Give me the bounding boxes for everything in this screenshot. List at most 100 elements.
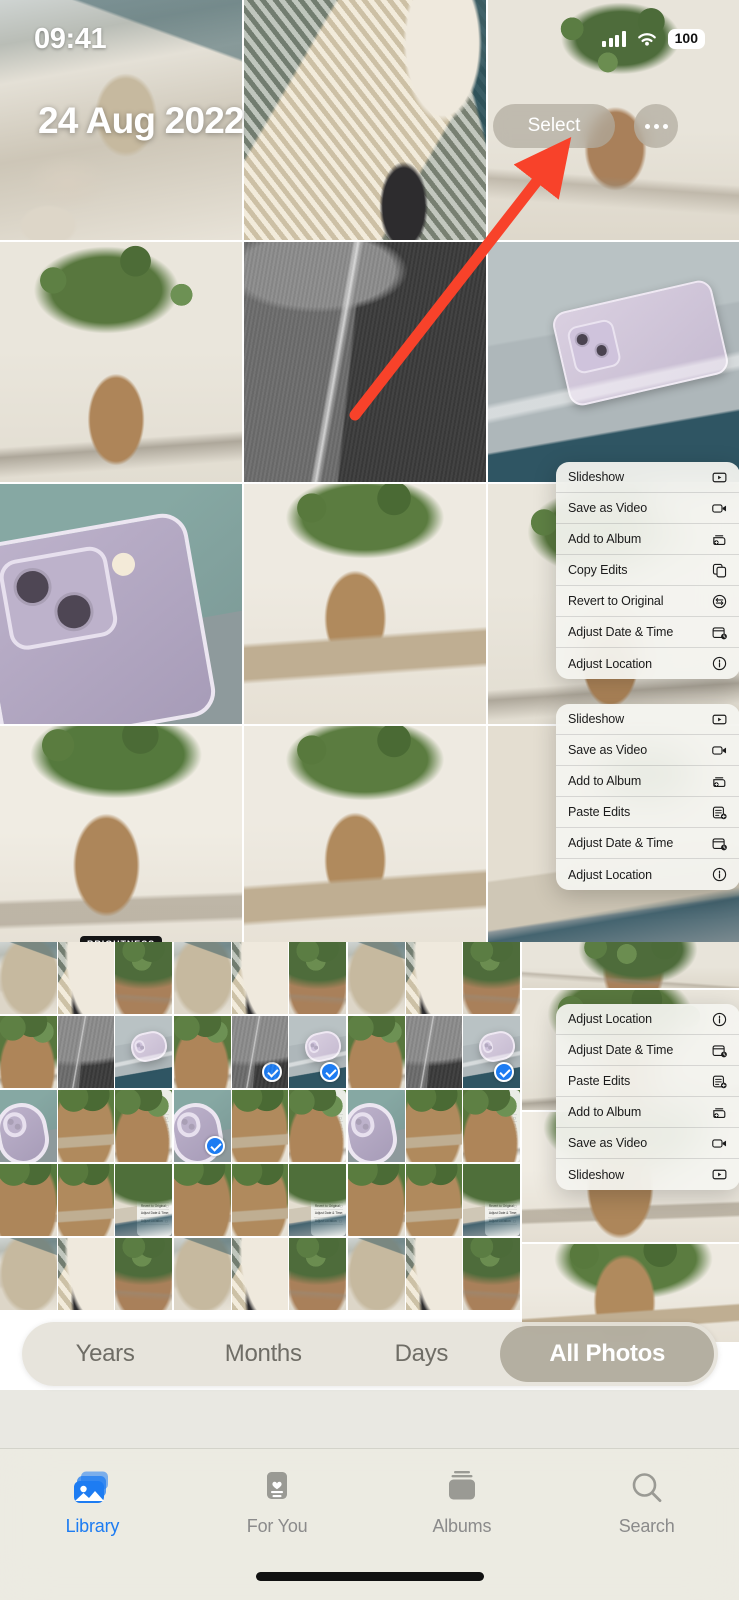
nested-menu-item: Save as Video ▢	[313, 1182, 343, 1189]
selection-check-icon	[320, 1062, 340, 1082]
menu-item-adjust-location[interactable]: Adjust Location	[556, 1004, 739, 1035]
menu-item-save-as-video[interactable]: Save as Video	[556, 1128, 739, 1159]
library-timescale-segmented-control[interactable]: Years Months Days All Photos	[22, 1322, 718, 1386]
photo-thumbnail[interactable]	[244, 484, 486, 724]
menu-item-label: Paste Edits	[568, 805, 631, 819]
menu-item-adjust-date-time[interactable]: Adjust Date & Time	[556, 617, 739, 648]
tab-bar: Library For You Albums Search	[0, 1448, 739, 1600]
menu-item-save-as-video[interactable]: Save as Video	[556, 493, 739, 524]
paste-icon	[711, 804, 728, 821]
nested-menu-item: Adjust Location ▢	[487, 1219, 517, 1225]
segment-months[interactable]: Months	[184, 1326, 342, 1382]
photo-stack-icon	[72, 1467, 112, 1509]
tab-library[interactable]: Library	[0, 1467, 185, 1537]
albums-icon	[445, 1467, 479, 1509]
nested-menu-item: Adjust Location ▢	[313, 1145, 343, 1151]
nested-menu-item: Add to Album ▢	[487, 1190, 517, 1196]
search-icon	[629, 1467, 665, 1509]
nested-context-menu: Slideshow ▢ Save as Video ▢ Add to Album ▢ Cop…	[310, 1164, 346, 1236]
calendar-clock-icon	[711, 835, 728, 852]
context-menu-copy-edits[interactable]: Slideshow Save as Video Add to Album Copy E…	[556, 462, 739, 679]
menu-item-paste-edits[interactable]: Paste Edits	[556, 797, 739, 828]
paste-icon	[711, 1073, 728, 1090]
menu-item-adjust-location[interactable]: Adjust Location	[556, 859, 739, 890]
menu-item-slideshow[interactable]: Slideshow	[556, 704, 739, 735]
segment-all-photos[interactable]: All Photos	[500, 1326, 714, 1382]
menu-item-label: Adjust Date & Time	[568, 1043, 674, 1057]
nested-menu-item: Adjust Date & Time▢	[487, 1211, 517, 1218]
ellipsis-icon	[662, 123, 668, 129]
calendar-clock-icon	[711, 624, 728, 641]
nested-menu-item: Adjust Date & Time▢	[313, 1137, 343, 1144]
menu-item-save-as-video[interactable]: Save as Video	[556, 735, 739, 766]
menu-item-label: Paste Edits	[568, 1074, 631, 1088]
nested-context-menu: Slideshow ▢ Save as Video ▢ Add to Album ▢ Cop…	[136, 1090, 172, 1162]
play-rectangle-icon	[711, 711, 728, 728]
menu-item-copy-edits[interactable]: Copy Edits	[556, 555, 739, 586]
select-button[interactable]: Select	[493, 104, 615, 148]
nested-menu-item: Adjust Location ▢	[487, 1145, 517, 1151]
menu-item-paste-edits[interactable]: Paste Edits	[556, 1066, 739, 1097]
photo-thumbnail[interactable]	[0, 242, 242, 482]
calendar-clock-icon	[711, 1042, 728, 1059]
nested-column: Slideshow ▢ Save as Video ▢ Add to Album ▢ Cop…	[348, 942, 520, 1342]
more-options-button[interactable]	[634, 104, 678, 148]
segment-days[interactable]: Days	[342, 1326, 500, 1382]
nested-menu-item: Save as Video ▢	[487, 1182, 517, 1189]
photo-thumbnail[interactable]	[244, 726, 486, 966]
menu-item-label: Add to Album	[568, 774, 642, 788]
add-to-album-icon	[711, 773, 728, 790]
play-rectangle-icon	[711, 1166, 728, 1183]
page-title-date: 24 Aug 2022	[38, 100, 245, 141]
nested-menu-item: Add to Album ▢	[487, 1116, 517, 1122]
menu-item-add-to-album[interactable]: Add to Album	[556, 524, 739, 555]
context-menu-paste-edits[interactable]: Slideshow Save as Video Add to Album Paste …	[556, 704, 739, 890]
add-to-album-icon	[711, 1104, 728, 1121]
nested-menu-item: Revert to Original ▢	[139, 1204, 169, 1211]
video-camera-icon	[711, 742, 728, 759]
menu-item-adjust-date-time[interactable]: Adjust Date & Time	[556, 1035, 739, 1066]
menu-item-adjust-date-time[interactable]: Adjust Date & Time	[556, 828, 739, 859]
ellipsis-icon	[653, 123, 659, 129]
nested-menu-item: Adjust Date & Time▢	[487, 1137, 517, 1144]
tab-for-you[interactable]: For You	[185, 1467, 370, 1537]
tab-search-label: Search	[618, 1516, 675, 1536]
nested-context-menu: Slideshow ▢ Save as Video ▢ Add to Album ▢ Cop…	[310, 1090, 346, 1162]
photo-thumbnail[interactable]	[488, 242, 739, 482]
menu-item-revert-to-original[interactable]: Revert to Original	[556, 586, 739, 617]
nested-menu-item: Save as Video ▢	[487, 1108, 517, 1115]
selection-check-icon	[262, 1062, 283, 1082]
ellipsis-icon	[644, 123, 650, 129]
menu-item-add-to-album[interactable]: Add to Album	[556, 1097, 739, 1128]
tab-albums-label: Albums	[432, 1516, 492, 1536]
nested-menu-item: Add to Album ▢	[139, 1116, 169, 1122]
menu-item-slideshow[interactable]: Slideshow	[556, 462, 739, 493]
photo-thumbnail[interactable]	[244, 0, 486, 240]
play-rectangle-icon	[711, 469, 728, 486]
tab-albums[interactable]: Albums	[370, 1467, 555, 1537]
nested-menu-item: Slideshow ▢	[487, 1175, 517, 1182]
video-camera-icon	[711, 1135, 728, 1152]
nested-menu-item: Add to Album ▢	[313, 1116, 343, 1122]
menu-item-adjust-location[interactable]: Adjust Location	[556, 648, 739, 679]
menu-item-label: Adjust Location	[568, 867, 652, 882]
nested-menu-item: Revert to Original ▢	[313, 1130, 343, 1137]
photo-thumbnail[interactable]	[0, 484, 242, 724]
tab-search[interactable]: Search	[554, 1467, 739, 1537]
nested-menu-item: Copy Edits ▢	[139, 1123, 169, 1130]
copy-icon	[711, 562, 728, 579]
context-menu-paste-edits-reversed[interactable]: Adjust Location Adjust Date & Time Paste E…	[556, 1004, 739, 1190]
nested-menu-item: Revert to Original ▢	[487, 1204, 517, 1211]
nested-menu-item: Adjust Date & Time▢	[313, 1211, 343, 1218]
segment-years[interactable]: Years	[26, 1326, 184, 1382]
photo-thumbnail[interactable]: BRIGHTNESS	[0, 726, 242, 966]
nested-menu-item: Slideshow ▢	[487, 1101, 517, 1108]
menu-item-label: Save as Video	[568, 1136, 648, 1150]
nested-menu-item: Copy Edits ▢	[487, 1123, 517, 1130]
selection-check-icon	[204, 1136, 225, 1156]
menu-item-slideshow[interactable]: Slideshow	[556, 1159, 739, 1190]
menu-item-add-to-album[interactable]: Add to Album	[556, 766, 739, 797]
menu-item-label: Slideshow	[568, 712, 625, 726]
photo-thumbnail[interactable]	[244, 242, 486, 482]
location-info-icon	[711, 866, 728, 883]
